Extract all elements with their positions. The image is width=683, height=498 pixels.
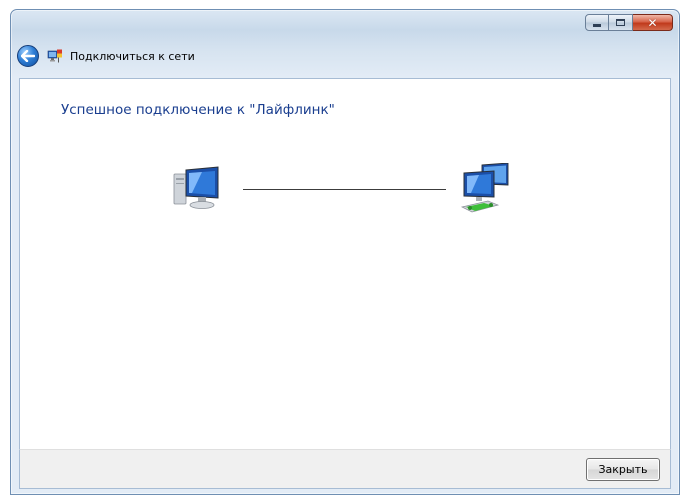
header-bar: Подключиться к сети bbox=[11, 42, 679, 68]
dialog-window: ✕ Подключиться к сети Успешное подключен… bbox=[10, 9, 680, 495]
maximize-icon bbox=[616, 19, 625, 26]
success-heading: Успешное подключение к "Лайфлинк" bbox=[61, 102, 335, 118]
back-button[interactable] bbox=[17, 45, 39, 67]
caption-buttons: ✕ bbox=[585, 14, 673, 31]
close-button[interactable]: Закрыть bbox=[586, 458, 660, 481]
maximize-button[interactable] bbox=[609, 14, 633, 31]
network-connection-icon bbox=[47, 49, 62, 63]
content-area: Успешное подключение к "Лайфлинк" bbox=[19, 78, 671, 449]
back-arrow-icon bbox=[21, 50, 35, 62]
minimize-button[interactable] bbox=[585, 14, 609, 31]
window-title: Подключиться к сети bbox=[70, 50, 195, 63]
minimize-icon bbox=[593, 24, 601, 27]
close-icon: ✕ bbox=[647, 15, 658, 30]
close-window-button[interactable]: ✕ bbox=[633, 14, 673, 31]
network-icon bbox=[460, 163, 509, 213]
computer-icon bbox=[173, 166, 219, 209]
connection-line bbox=[243, 189, 446, 190]
button-bar: Закрыть bbox=[19, 449, 671, 489]
